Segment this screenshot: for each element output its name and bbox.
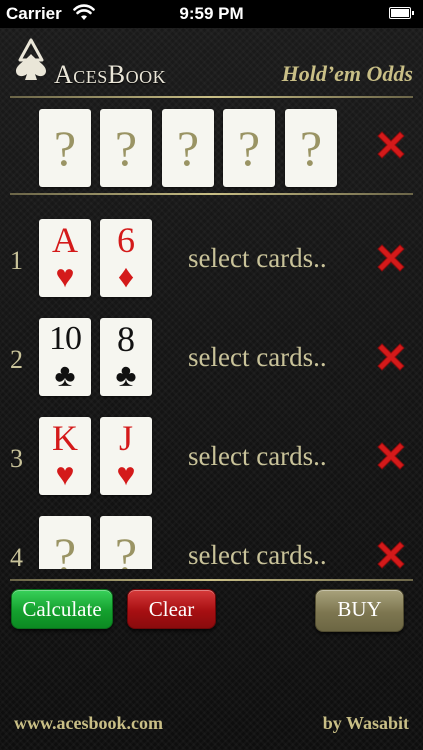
- player-4-card-2[interactable]: ?: [100, 516, 152, 569]
- clear-button[interactable]: Clear: [127, 589, 216, 629]
- board-card-1[interactable]: ?: [39, 109, 91, 187]
- players-list[interactable]: 1 A ♥ 6 ♦ select cards.. 2 10 ♣ 8 ♣ sele…: [0, 196, 423, 569]
- delete-player-x-icon[interactable]: [373, 537, 409, 569]
- delete-player-x-icon[interactable]: [373, 339, 409, 375]
- website-link[interactable]: www.acesbook.com: [14, 713, 163, 734]
- player-number: 2: [10, 345, 23, 374]
- player-2-card-2[interactable]: 8 ♣: [100, 318, 152, 396]
- board-card-4[interactable]: ?: [223, 109, 275, 187]
- select-cards-label[interactable]: select cards..: [188, 540, 327, 569]
- select-cards-label[interactable]: select cards..: [188, 342, 327, 373]
- header-divider: [10, 96, 413, 98]
- player-number: 1: [10, 246, 23, 275]
- board-card-2[interactable]: ?: [100, 109, 152, 187]
- calculate-button[interactable]: Calculate: [11, 589, 113, 629]
- buy-button[interactable]: BUY: [315, 589, 404, 632]
- logo-text: AcesBook: [54, 60, 167, 89]
- player-3-card-2[interactable]: J ♥: [100, 417, 152, 495]
- delete-player-x-icon[interactable]: [373, 438, 409, 474]
- diamond-icon: ♦: [117, 258, 135, 294]
- select-cards-label[interactable]: select cards..: [188, 441, 327, 472]
- status-bar: Carrier 9:59 PM: [0, 0, 423, 28]
- player-2-card-1[interactable]: 10 ♣: [39, 318, 91, 396]
- player-3-card-1[interactable]: K ♥: [39, 417, 91, 495]
- board-card-5[interactable]: ?: [285, 109, 337, 187]
- club-icon: ♣: [115, 357, 137, 393]
- app-title: Hold’em Odds: [281, 61, 413, 86]
- clear-board-x-icon[interactable]: [373, 127, 409, 163]
- heart-icon: ♥: [116, 456, 136, 492]
- club-icon: ♣: [54, 357, 76, 393]
- select-cards-label[interactable]: select cards..: [188, 243, 327, 274]
- credit-label: by Wasabit: [322, 713, 409, 733]
- board-card-3[interactable]: ?: [162, 109, 214, 187]
- player-4-card-1[interactable]: ?: [39, 516, 91, 569]
- list-divider: [10, 579, 413, 581]
- delete-player-x-icon[interactable]: [373, 240, 409, 276]
- clock: 9:59 PM: [179, 4, 244, 23]
- battery-icon: [389, 7, 414, 19]
- spade-logo-icon: [16, 38, 46, 80]
- player-number: 3: [10, 444, 23, 473]
- player-number: 4: [10, 543, 23, 569]
- app-header: AcesBook Hold’em Odds: [0, 28, 423, 98]
- board-divider: [10, 193, 413, 195]
- heart-icon: ♥: [55, 456, 75, 492]
- player-1-card-2[interactable]: 6 ♦: [100, 219, 152, 297]
- player-1-card-1[interactable]: A ♥: [39, 219, 91, 297]
- heart-icon: ♥: [55, 258, 75, 294]
